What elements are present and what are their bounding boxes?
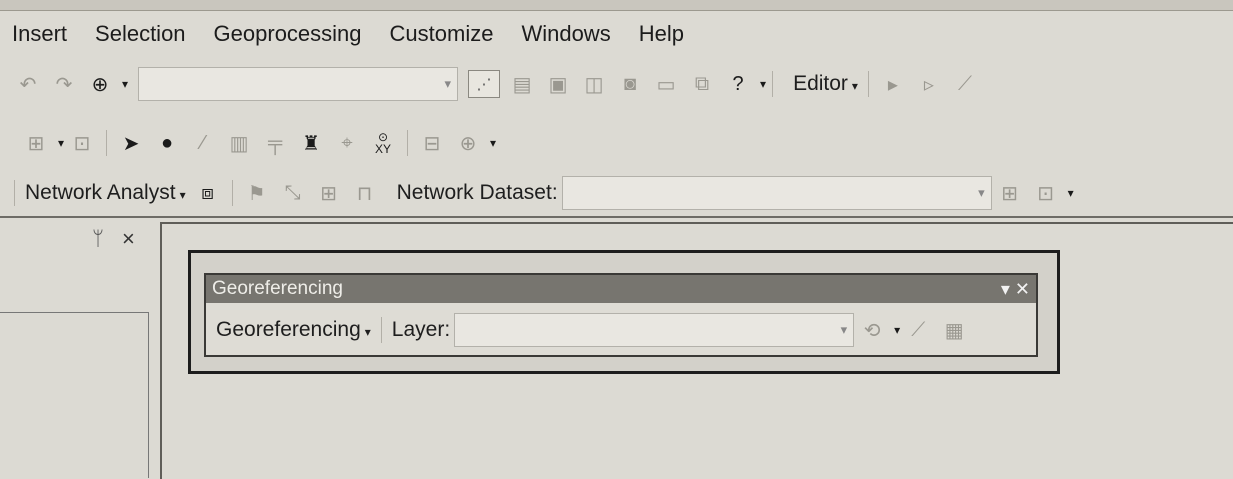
tools-toolbar: ⊞ ▾ ⊡ ➤ ● ⁄ ▥ ╤ ♜ ⌖ ⊙ XY ⊟ ⊕ ▾ (0, 122, 1233, 164)
toolbar-separator (407, 130, 409, 156)
toolbar-options-icon[interactable]: ▾ (760, 77, 766, 91)
toolbar-options-icon[interactable]: ▾ (490, 136, 496, 150)
rotate-dropdown-icon[interactable]: ▾ (894, 323, 900, 337)
build-network-icon[interactable]: ⊞ (996, 179, 1024, 207)
add-control-points-icon[interactable]: ⟋ (904, 316, 932, 344)
toolbar-separator (231, 180, 233, 206)
toolbar-separator (772, 71, 774, 97)
menu-customize[interactable]: Customize (376, 21, 508, 47)
menu-bar: Insert Selection Geoprocessing Customize… (0, 14, 1233, 54)
menu-geoprocessing[interactable]: Geoprocessing (200, 21, 376, 47)
chevron-down-icon: ▾ (179, 188, 186, 202)
pin-icon[interactable]: ᛘ (92, 228, 104, 251)
go-to-xy-icon[interactable]: ⊙ XY (369, 129, 397, 157)
toolbar-options-icon[interactable]: ▾ (1068, 186, 1074, 200)
georeferencing-toolbar: Georeferencing ▾ ✕ Georeferencing ▾ Layer… (204, 273, 1038, 357)
rotate-icon[interactable]: ⟲ (858, 316, 886, 344)
create-network-location-icon[interactable]: ⚑ (243, 179, 271, 207)
scale-combo[interactable]: ▾ (138, 67, 459, 101)
solve-icon[interactable]: ⊞ (315, 179, 343, 207)
menu-insert[interactable]: Insert (0, 21, 81, 47)
time-slider-icon[interactable]: ⊟ (418, 129, 446, 157)
directions-icon[interactable]: ⊓ (351, 179, 379, 207)
georeferencing-controls: Georeferencing ▾ Layer: ▾ ⟲ ▾ ⟋ ▦ (212, 313, 972, 347)
georeferencing-highlight-frame: Georeferencing ▾ ✕ Georeferencing ▾ Layer… (188, 250, 1060, 374)
identify-icon[interactable]: ● (153, 129, 181, 157)
chevron-down-icon: ▾ (851, 79, 858, 93)
undo-icon[interactable]: ↶ (14, 70, 42, 98)
editor-menu[interactable]: Editor ▾ (789, 72, 862, 96)
georeferencing-menu[interactable]: Georeferencing ▾ (212, 318, 375, 342)
menu-windows[interactable]: Windows (507, 21, 624, 47)
chevron-down-icon: ▾ (978, 185, 985, 200)
network-analyst-label: Network Analyst (25, 181, 176, 204)
toolbar-separator (106, 130, 108, 156)
network-dataset-label: Network Dataset: (396, 181, 558, 204)
toolbar-options-icon[interactable]: ▾ (1001, 279, 1010, 299)
panel-content (0, 312, 149, 478)
network-analyst-menu[interactable]: Network Analyst ▾ (21, 181, 190, 205)
menu-selection[interactable]: Selection (81, 21, 200, 47)
add-data-dropdown-icon[interactable]: ▾ (122, 77, 128, 91)
layer-combo[interactable]: ▾ (454, 313, 855, 347)
network-analyst-toolbar: Network Analyst ▾ ⧈ ⚑ ⤡ ⊞ ⊓ Network Datas… (0, 170, 1233, 218)
menu-help[interactable]: Help (625, 21, 698, 47)
editor-label: Editor (793, 72, 848, 95)
straight-segment-icon[interactable]: ⟋ (951, 70, 979, 98)
search-window-icon[interactable]: ◫ (580, 70, 608, 98)
toolbar-separator (867, 71, 869, 97)
find-icon[interactable]: ♜ (297, 129, 325, 157)
python-window-icon[interactable]: ▭ (652, 70, 680, 98)
georeferencing-menu-label: Georeferencing (216, 318, 361, 341)
table-of-contents-icon[interactable]: ▤ (508, 70, 536, 98)
measure-icon[interactable]: ╤ (261, 129, 289, 157)
toolbar-grip (14, 180, 15, 206)
create-viewer-icon[interactable]: ⊕ (454, 129, 482, 157)
close-icon[interactable]: × (122, 226, 135, 252)
redo-icon[interactable]: ↷ (50, 70, 78, 98)
network-analyst-window-icon[interactable]: ⧈ (194, 179, 222, 207)
network-identify-icon[interactable]: ⊡ (1032, 179, 1060, 207)
clear-selection-icon[interactable]: ⊡ (68, 129, 96, 157)
catalog-icon[interactable]: ▣ (544, 70, 572, 98)
html-popup-icon[interactable]: ▥ (225, 129, 253, 157)
xy-label: XY (375, 142, 392, 156)
network-dataset-combo[interactable]: ▾ (561, 176, 992, 210)
hyperlink-icon[interactable]: ⁄ (189, 129, 217, 157)
standard-toolbar: ↶ ↷ ⊕ ▾ ▾ ⋰ ▤ ▣ ◫ ◙ ▭ ⧉ ? ▾ Editor ▾ ▸ ▹ … (0, 62, 1233, 106)
georeferencing-title-bar[interactable]: Georeferencing ▾ ✕ (206, 275, 1036, 303)
model-builder-icon[interactable]: ⧉ (688, 70, 716, 98)
edit-annotation-icon[interactable]: ▹ (915, 70, 943, 98)
editor-toolbar-icon[interactable]: ⋰ (468, 70, 501, 98)
toolbar-separator (380, 317, 382, 343)
add-data-icon[interactable]: ⊕ (86, 70, 114, 98)
close-icon[interactable]: ✕ (1015, 279, 1030, 299)
select-features-icon[interactable]: ⊞ (22, 129, 50, 157)
chevron-down-icon: ▾ (840, 322, 848, 337)
edit-tool-icon[interactable]: ▸ (879, 70, 907, 98)
arctoolbox-icon[interactable]: ◙ (616, 70, 644, 98)
select-move-location-icon[interactable]: ⤡ (279, 179, 307, 207)
georeferencing-title: Georeferencing (212, 278, 343, 299)
chevron-down-icon: ▾ (444, 76, 452, 91)
window-top-strip (0, 0, 1233, 11)
whats-this-icon[interactable]: ? (724, 70, 752, 98)
select-elements-icon[interactable]: ➤ (117, 129, 145, 157)
select-dropdown-icon[interactable]: ▾ (58, 136, 64, 150)
view-link-table-icon[interactable]: ▦ (940, 316, 968, 344)
table-of-contents-panel: ᛘ × (0, 220, 150, 478)
layer-label: Layer: (391, 318, 451, 341)
find-route-icon[interactable]: ⌖ (333, 129, 361, 157)
chevron-down-icon: ▾ (364, 325, 371, 339)
